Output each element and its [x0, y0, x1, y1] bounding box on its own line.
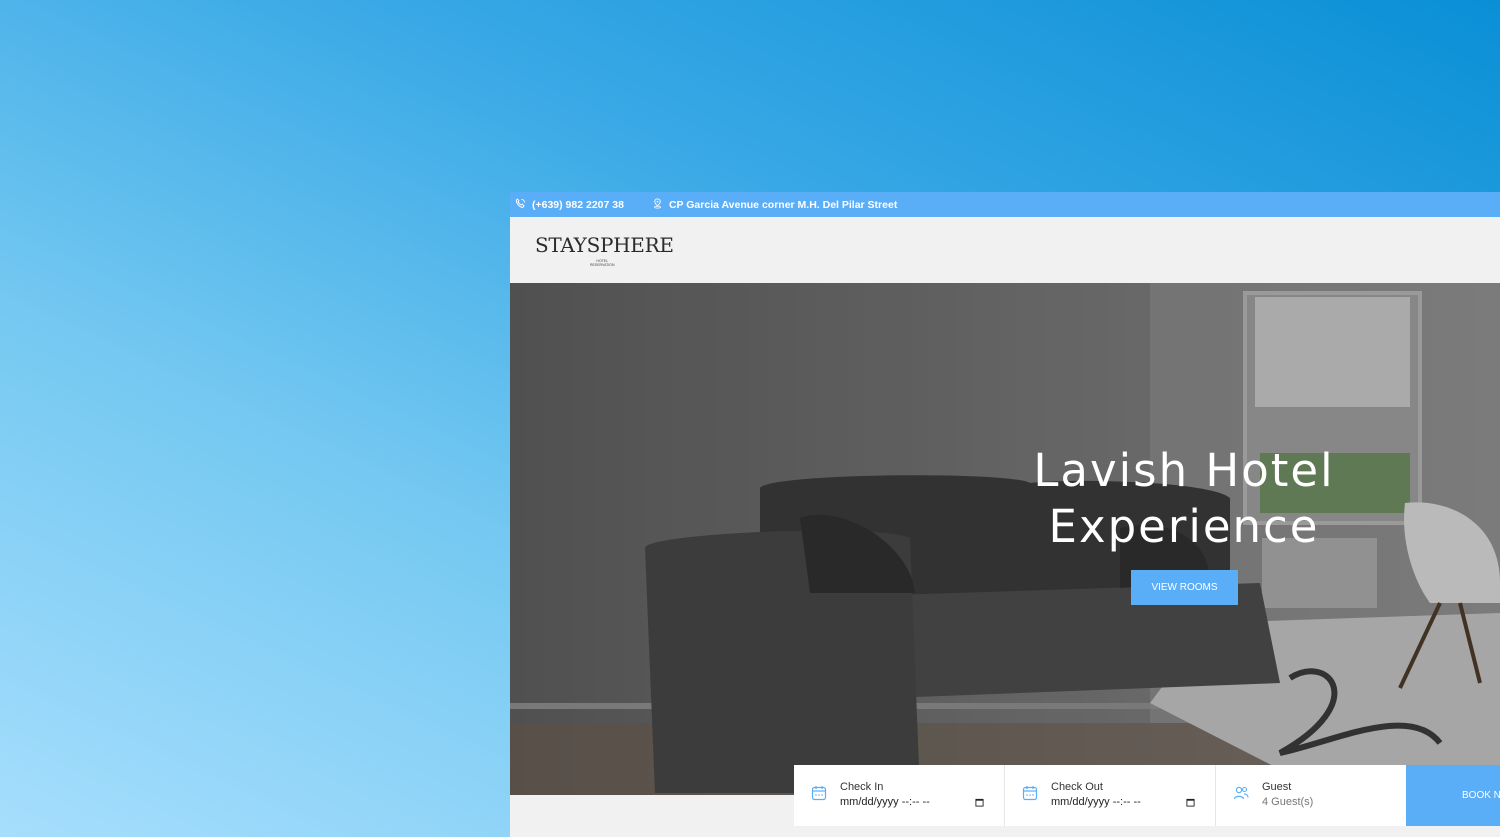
location-icon [652, 197, 663, 212]
website-frame: (+639) 982 2207 38 CP Garcia Avenue corn… [510, 192, 1500, 837]
users-icon [1233, 786, 1249, 800]
calendar-icon [811, 786, 827, 801]
site-header: STAYSPHERE HOTEL RESERVATION [510, 217, 1500, 283]
date-picker-icon[interactable] [975, 798, 984, 807]
hero-banner: Lavish Hotel Experience VIEW ROOMS [510, 283, 1500, 795]
phone-number: (+639) 982 2207 38 [532, 198, 624, 211]
staysphere-logo[interactable]: STAYSPHERE HOTEL RESERVATION [535, 234, 675, 270]
guest-field[interactable]: Guest 4 Guest(s) [1216, 765, 1427, 826]
hero-title-line-2: Experience [1048, 500, 1320, 553]
hero-title: Lavish Hotel Experience [930, 443, 1438, 555]
check-out-input[interactable]: mm/dd/yyyy --:-- -- [1051, 796, 1201, 808]
calendar-icon [1022, 786, 1038, 801]
check-in-input[interactable]: mm/dd/yyyy --:-- -- [840, 796, 990, 808]
address-contact[interactable]: CP Garcia Avenue corner M.H. Del Pilar S… [652, 197, 898, 212]
check-in-field[interactable]: Check In mm/dd/yyyy --:-- -- [794, 765, 1005, 826]
guest-count-select[interactable]: 4 Guest(s) [1262, 796, 1412, 808]
logo-tagline: HOTEL RESERVATION [590, 259, 615, 267]
book-now-button[interactable]: BOOK N [1406, 765, 1500, 826]
check-out-field[interactable]: Check Out mm/dd/yyyy --:-- -- [1005, 765, 1216, 826]
phone-contact[interactable]: (+639) 982 2207 38 [515, 197, 624, 212]
guest-label: Guest [1262, 781, 1292, 793]
logo-wordmark: STAYSPHERE [535, 233, 674, 257]
check-out-label: Check Out [1051, 781, 1103, 793]
address-text: CP Garcia Avenue corner M.H. Del Pilar S… [668, 198, 898, 211]
view-rooms-button[interactable]: VIEW ROOMS [1131, 570, 1238, 605]
booking-bar: Check In mm/dd/yyyy --:-- -- Check Out m… [794, 765, 1500, 826]
phone-icon [515, 197, 526, 212]
check-in-label: Check In [840, 781, 884, 793]
hero-title-line-1: Lavish Hotel [1033, 444, 1335, 497]
date-picker-icon[interactable] [1186, 798, 1195, 807]
contact-bar: (+639) 982 2207 38 CP Garcia Avenue corn… [510, 192, 1500, 217]
